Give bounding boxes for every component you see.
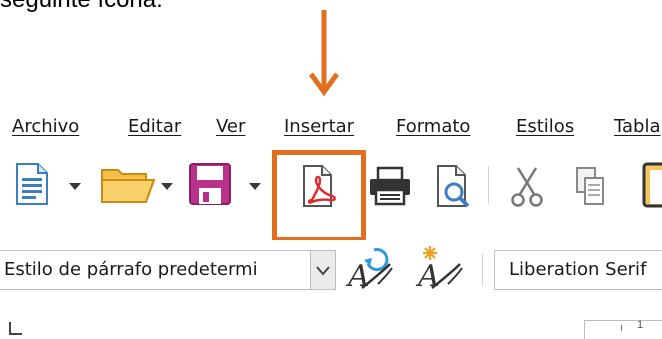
save-dropdown-icon[interactable] xyxy=(248,182,262,192)
paragraph-style-value: Estilo de párrafo predetermi xyxy=(4,259,258,280)
tab-stop-icon[interactable] xyxy=(8,320,24,338)
menu-formato[interactable]: Formato xyxy=(396,116,470,137)
menu-tabla[interactable]: Tabla xyxy=(614,116,661,137)
menu-archivo[interactable]: Archivo xyxy=(12,116,79,137)
new-document-dropdown-icon[interactable] xyxy=(68,182,82,192)
ruler-number: 1 xyxy=(637,319,644,331)
print-icon[interactable] xyxy=(368,166,412,206)
toolbar-separator xyxy=(488,166,489,204)
paragraph-style-select[interactable]: Estilo de párrafo predetermi xyxy=(0,250,336,290)
formatting-separator xyxy=(482,254,483,286)
ruler-tick xyxy=(621,325,622,331)
horizontal-ruler[interactable]: 1 xyxy=(584,319,662,339)
save-icon[interactable] xyxy=(188,162,232,206)
open-dropdown-icon[interactable] xyxy=(160,182,174,192)
new-document-icon[interactable] xyxy=(14,162,50,206)
chevron-down-icon xyxy=(316,266,330,276)
paragraph-style-dropdown-button[interactable] xyxy=(310,251,335,289)
copy-icon[interactable] xyxy=(574,164,608,208)
menu-insertar[interactable]: Insertar xyxy=(284,116,354,137)
update-style-icon[interactable]: A xyxy=(342,246,396,294)
arrow-down-icon xyxy=(308,10,340,97)
font-name-value: Liberation Serif xyxy=(509,259,647,280)
svg-text:A: A xyxy=(345,259,370,294)
pdf-highlight-box xyxy=(272,150,366,242)
open-folder-icon[interactable] xyxy=(100,164,156,204)
menu-bar: Archivo Editar Ver Insertar Formato Esti… xyxy=(0,110,662,146)
font-name-select[interactable]: Liberation Serif xyxy=(494,250,662,290)
ruler-area xyxy=(0,300,662,338)
new-style-icon[interactable]: A xyxy=(410,244,466,294)
cut-icon[interactable] xyxy=(510,164,544,208)
paste-icon[interactable] xyxy=(640,160,662,210)
print-preview-icon[interactable] xyxy=(434,162,474,210)
svg-text:A: A xyxy=(415,259,440,294)
caption-text: seguinte ícona: xyxy=(0,0,163,14)
menu-ver[interactable]: Ver xyxy=(216,116,245,137)
menu-estilos[interactable]: Estilos xyxy=(516,116,574,137)
menu-editar[interactable]: Editar xyxy=(128,116,181,137)
